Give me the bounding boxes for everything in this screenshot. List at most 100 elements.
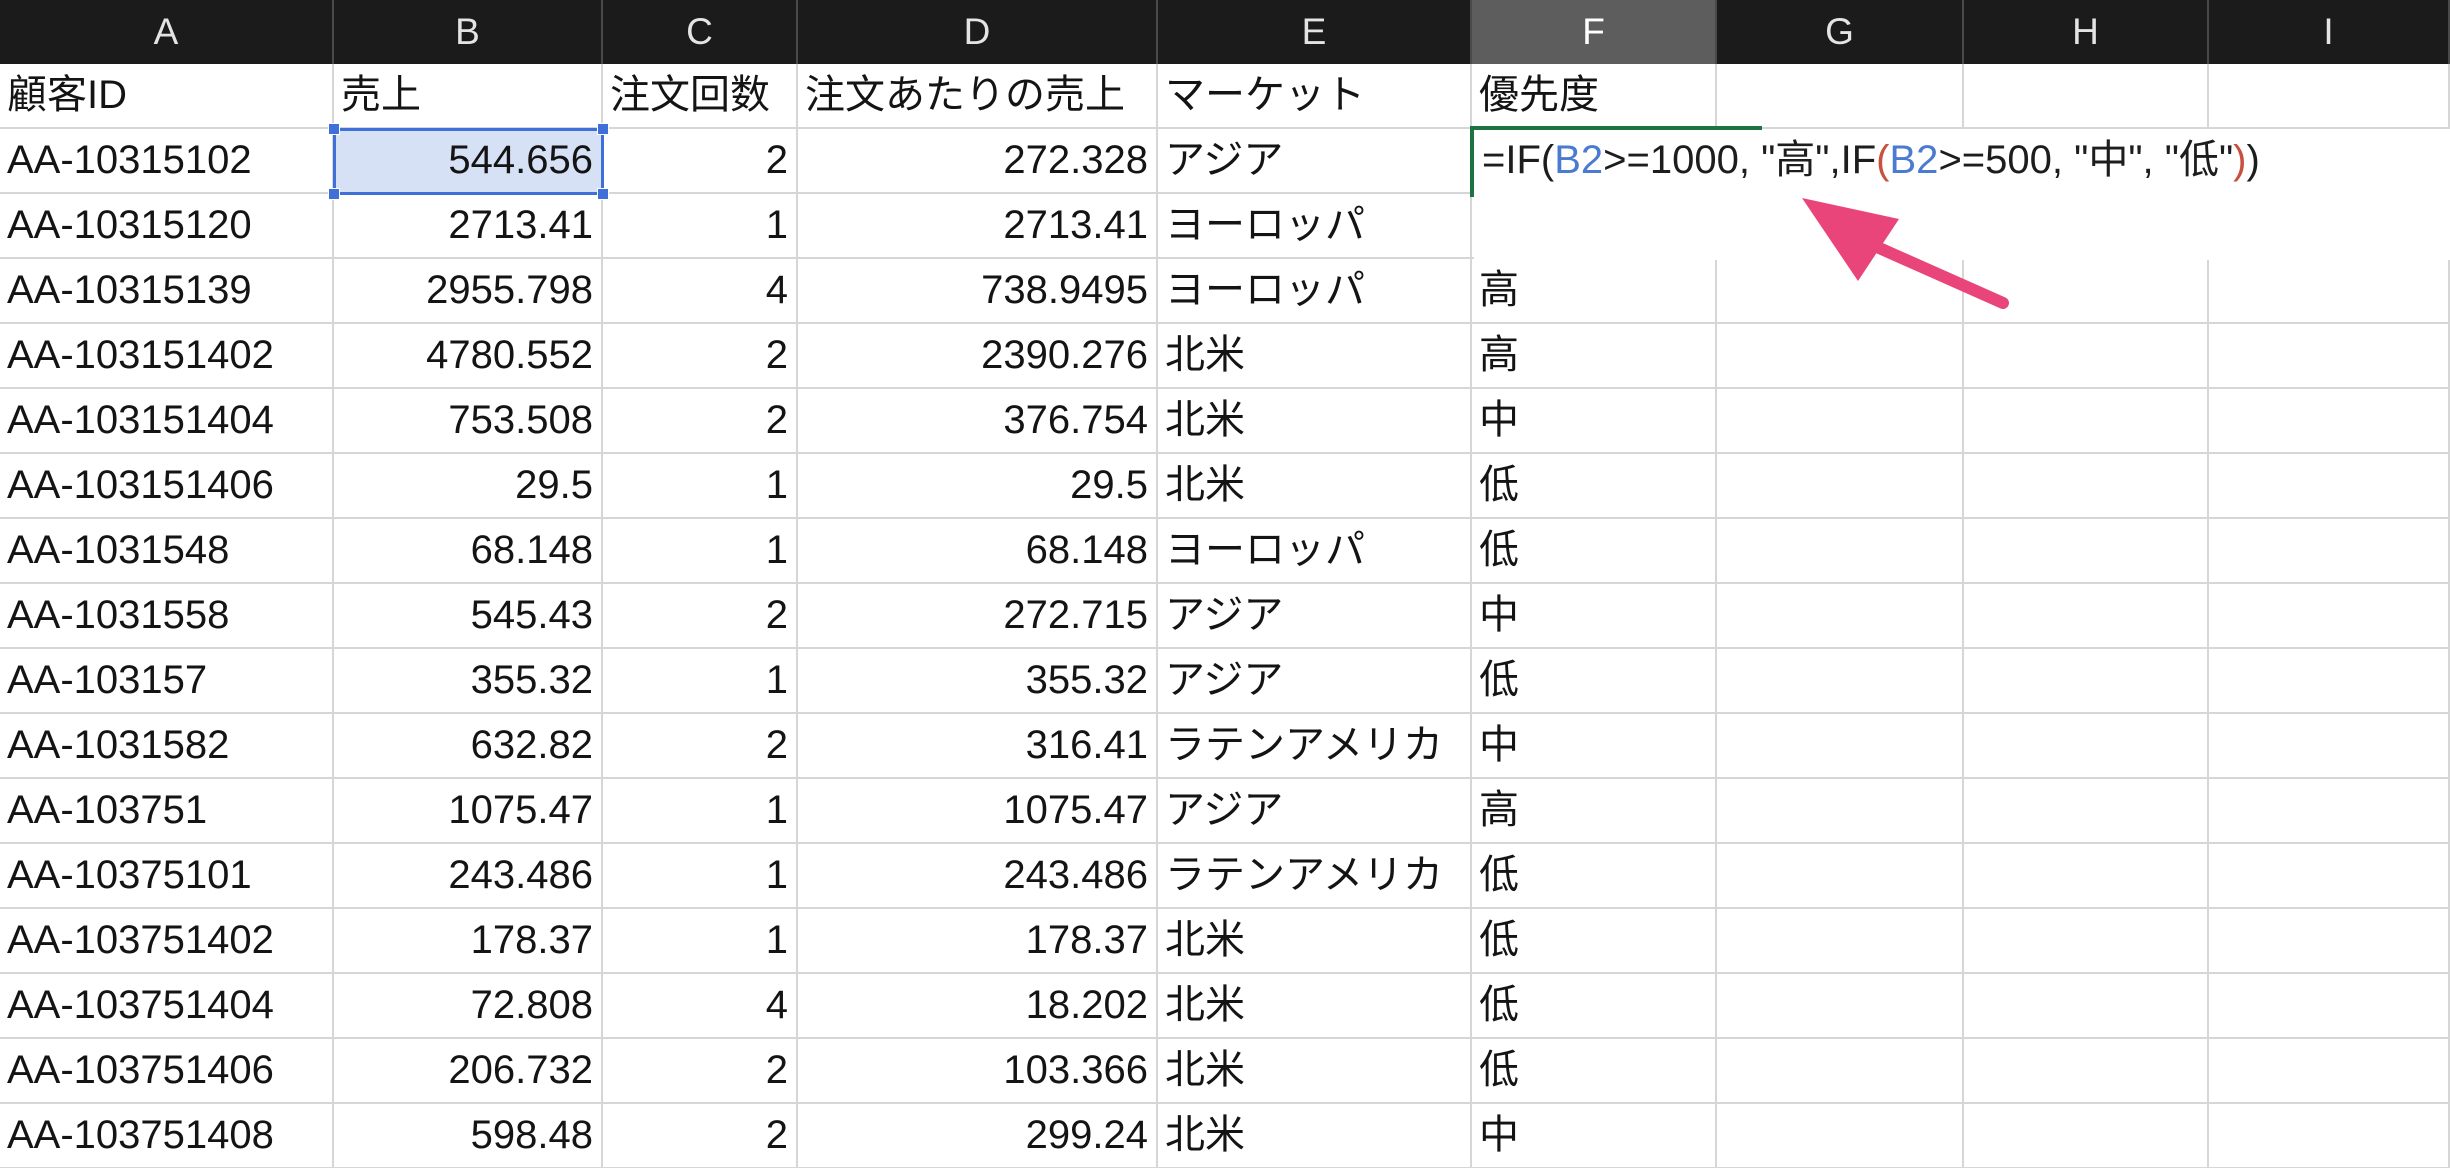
- cell-a11[interactable]: AA-1031582: [0, 714, 334, 779]
- cell-i9[interactable]: [2209, 584, 2450, 649]
- cell-b6[interactable]: 753.508: [334, 389, 603, 454]
- cell-i11[interactable]: [2209, 714, 2450, 779]
- cell-c2[interactable]: 2: [603, 129, 798, 194]
- column-header-i[interactable]: I: [2209, 0, 2450, 64]
- cell-e15[interactable]: 北米: [1158, 974, 1472, 1039]
- cell-e9[interactable]: アジア: [1158, 584, 1472, 649]
- cell-h15[interactable]: [1964, 974, 2209, 1039]
- column-header-e[interactable]: E: [1158, 0, 1472, 64]
- cell-a6[interactable]: AA-103151404: [0, 389, 334, 454]
- cell-d7[interactable]: 29.5: [798, 454, 1158, 519]
- cell-a4[interactable]: AA-10315139: [0, 259, 334, 324]
- cell-c3[interactable]: 1: [603, 194, 798, 259]
- cell-b16[interactable]: 206.732: [334, 1039, 603, 1104]
- cell-a13[interactable]: AA-10375101: [0, 844, 334, 909]
- cell-g9[interactable]: [1717, 584, 1964, 649]
- cell-g1[interactable]: [1717, 64, 1964, 129]
- cell-g5[interactable]: [1717, 324, 1964, 389]
- cell-i16[interactable]: [2209, 1039, 2450, 1104]
- cell-c1[interactable]: 注文回数: [603, 64, 798, 129]
- cell-f14[interactable]: 低: [1472, 909, 1717, 974]
- cell-g16[interactable]: [1717, 1039, 1964, 1104]
- cell-f12[interactable]: 高: [1472, 779, 1717, 844]
- cell-b15[interactable]: 72.808: [334, 974, 603, 1039]
- cell-e7[interactable]: 北米: [1158, 454, 1472, 519]
- cell-h7[interactable]: [1964, 454, 2209, 519]
- cell-d8[interactable]: 68.148: [798, 519, 1158, 584]
- cell-d15[interactable]: 18.202: [798, 974, 1158, 1039]
- cell-i7[interactable]: [2209, 454, 2450, 519]
- cell-a9[interactable]: AA-1031558: [0, 584, 334, 649]
- cell-b3[interactable]: 2713.41: [334, 194, 603, 259]
- cell-e8[interactable]: ヨーロッパ: [1158, 519, 1472, 584]
- cell-b11[interactable]: 632.82: [334, 714, 603, 779]
- cell-g7[interactable]: [1717, 454, 1964, 519]
- cell-d11[interactable]: 316.41: [798, 714, 1158, 779]
- cell-h9[interactable]: [1964, 584, 2209, 649]
- cell-a8[interactable]: AA-1031548: [0, 519, 334, 584]
- cell-f9[interactable]: 中: [1472, 584, 1717, 649]
- cell-g17[interactable]: [1717, 1104, 1964, 1168]
- cell-g11[interactable]: [1717, 714, 1964, 779]
- cell-f1[interactable]: 優先度: [1472, 64, 1717, 129]
- cell-b5[interactable]: 4780.552: [334, 324, 603, 389]
- cell-d4[interactable]: 738.9495: [798, 259, 1158, 324]
- cell-i15[interactable]: [2209, 974, 2450, 1039]
- cell-c8[interactable]: 1: [603, 519, 798, 584]
- cell-c11[interactable]: 2: [603, 714, 798, 779]
- cell-f4[interactable]: 高: [1472, 259, 1717, 324]
- cell-d12[interactable]: 1075.47: [798, 779, 1158, 844]
- cell-f17[interactable]: 中: [1472, 1104, 1717, 1168]
- cell-h8[interactable]: [1964, 519, 2209, 584]
- cell-a10[interactable]: AA-103157: [0, 649, 334, 714]
- cell-i13[interactable]: [2209, 844, 2450, 909]
- column-header-a[interactable]: A: [0, 0, 334, 64]
- cell-a12[interactable]: AA-103751: [0, 779, 334, 844]
- cell-c13[interactable]: 1: [603, 844, 798, 909]
- cell-a17[interactable]: AA-103751408: [0, 1104, 334, 1168]
- cell-d14[interactable]: 178.37: [798, 909, 1158, 974]
- cell-h16[interactable]: [1964, 1039, 2209, 1104]
- cell-g13[interactable]: [1717, 844, 1964, 909]
- cell-d17[interactable]: 299.24: [798, 1104, 1158, 1168]
- cell-d1[interactable]: 注文あたりの売上: [798, 64, 1158, 129]
- cell-g6[interactable]: [1717, 389, 1964, 454]
- cell-g4[interactable]: [1717, 259, 1964, 324]
- cell-b14[interactable]: 178.37: [334, 909, 603, 974]
- cell-h12[interactable]: [1964, 779, 2209, 844]
- cell-a14[interactable]: AA-103751402: [0, 909, 334, 974]
- cell-b7[interactable]: 29.5: [334, 454, 603, 519]
- cell-i8[interactable]: [2209, 519, 2450, 584]
- cell-c7[interactable]: 1: [603, 454, 798, 519]
- cell-a5[interactable]: AA-103151402: [0, 324, 334, 389]
- column-header-f[interactable]: F: [1472, 0, 1717, 64]
- cell-i17[interactable]: [2209, 1104, 2450, 1168]
- cell-b8[interactable]: 68.148: [334, 519, 603, 584]
- cell-e12[interactable]: アジア: [1158, 779, 1472, 844]
- cell-c17[interactable]: 2: [603, 1104, 798, 1168]
- cell-d3[interactable]: 2713.41: [798, 194, 1158, 259]
- cell-h13[interactable]: [1964, 844, 2209, 909]
- cell-c15[interactable]: 4: [603, 974, 798, 1039]
- cell-e17[interactable]: 北米: [1158, 1104, 1472, 1168]
- cell-h11[interactable]: [1964, 714, 2209, 779]
- column-header-h[interactable]: H: [1964, 0, 2209, 64]
- cell-e14[interactable]: 北米: [1158, 909, 1472, 974]
- cell-a2[interactable]: AA-10315102: [0, 129, 334, 194]
- cell-h4[interactable]: [1964, 259, 2209, 324]
- cell-c5[interactable]: 2: [603, 324, 798, 389]
- cell-g12[interactable]: [1717, 779, 1964, 844]
- cell-g8[interactable]: [1717, 519, 1964, 584]
- cell-e11[interactable]: ラテンアメリカ: [1158, 714, 1472, 779]
- cell-f13[interactable]: 低: [1472, 844, 1717, 909]
- cell-e1[interactable]: マーケット: [1158, 64, 1472, 129]
- cell-i5[interactable]: [2209, 324, 2450, 389]
- cell-b10[interactable]: 355.32: [334, 649, 603, 714]
- cell-c9[interactable]: 2: [603, 584, 798, 649]
- cell-g14[interactable]: [1717, 909, 1964, 974]
- cell-b1[interactable]: 売上: [334, 64, 603, 129]
- cell-f11[interactable]: 中: [1472, 714, 1717, 779]
- cell-g10[interactable]: [1717, 649, 1964, 714]
- cell-e4[interactable]: ヨーロッパ: [1158, 259, 1472, 324]
- cell-f5[interactable]: 高: [1472, 324, 1717, 389]
